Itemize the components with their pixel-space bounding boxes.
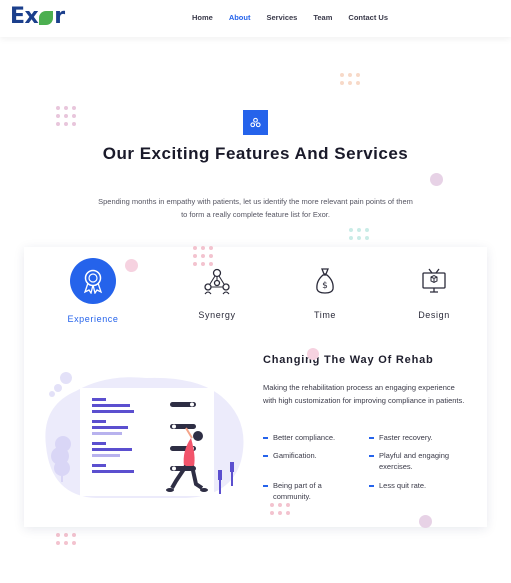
rehab-illustration <box>45 372 244 498</box>
logo[interactable]: Ex r <box>10 4 65 29</box>
decorative-circle <box>419 515 432 528</box>
decorative-dots <box>270 503 290 515</box>
logo-text-end: r <box>54 4 65 29</box>
decorative-dots <box>349 228 369 240</box>
monitor-icon <box>411 258 457 304</box>
list-item: Gamification. <box>263 450 363 461</box>
logo-text-start: Ex <box>10 4 39 29</box>
leaf-icon <box>39 10 54 25</box>
tab-label: Design <box>418 310 450 320</box>
content-description: Making the rehabilitation process an eng… <box>263 383 465 405</box>
decorative-circle <box>430 173 443 186</box>
main-nav: Home About Services Team Contact Us <box>176 13 388 22</box>
svg-text:$: $ <box>322 281 328 291</box>
section-title: Our Exciting Features And Services <box>102 144 409 163</box>
nav-team[interactable]: Team <box>313 13 332 22</box>
nav-home[interactable]: Home <box>192 13 213 22</box>
feature-tabs: Experience Synergy $ Time Design <box>24 258 487 328</box>
nav-contact-us[interactable]: Contact Us <box>348 13 388 22</box>
decorative-dots <box>56 106 76 126</box>
decorative-circle <box>125 259 138 272</box>
list-item: Better compliance. <box>263 432 363 443</box>
list-item: Being part of a community. <box>263 480 343 502</box>
decorative-dots <box>56 533 76 545</box>
tab-design[interactable]: Design <box>389 258 479 320</box>
tab-label: Time <box>313 310 337 320</box>
tab-label: Synergy <box>198 310 236 320</box>
list-item: Less quit rate. <box>369 480 469 491</box>
list-item: Faster recovery. <box>369 432 469 443</box>
money-bag-icon: $ <box>302 258 348 304</box>
content-title: Changing The Way Of Rehab <box>263 354 434 366</box>
section-subtitle: Spending months in empathy with patients… <box>98 197 413 219</box>
decorative-dots <box>193 246 213 266</box>
decorative-circle <box>307 348 319 360</box>
tab-label: Experience <box>67 314 119 324</box>
award-ribbon-icon <box>70 258 116 304</box>
list-item: Playful and engaging exercises. <box>369 450 469 472</box>
tab-time[interactable]: $ Time <box>280 258 370 320</box>
decorative-dots <box>340 73 360 85</box>
site-header: Ex r Home About Services Team Contact Us <box>0 0 511 37</box>
cluster-icon <box>243 110 268 135</box>
nav-about[interactable]: About <box>229 13 251 22</box>
nav-services[interactable]: Services <box>266 13 297 22</box>
tab-synergy[interactable]: Synergy <box>172 258 262 320</box>
